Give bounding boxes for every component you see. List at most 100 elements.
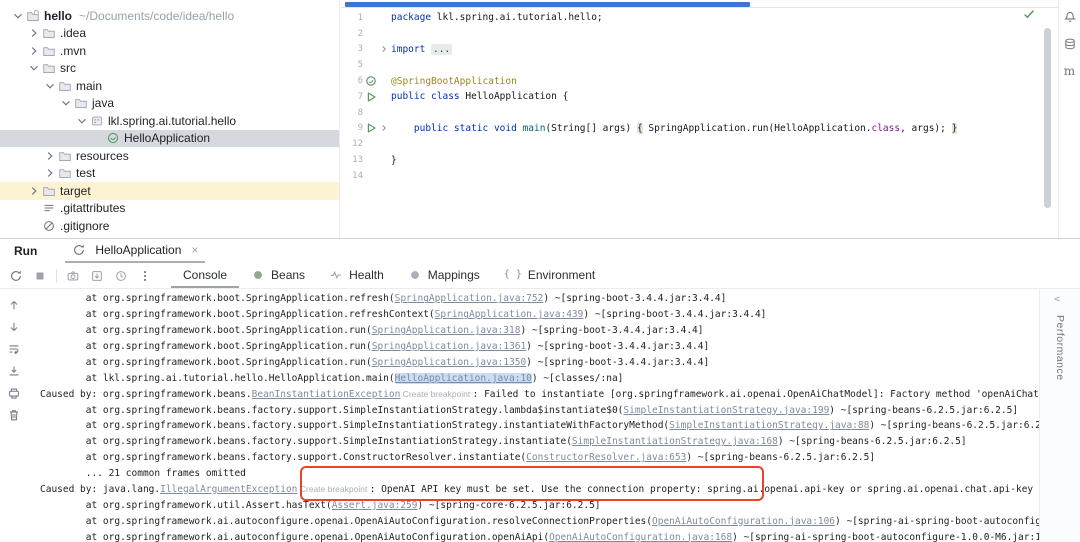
chevron-down-icon[interactable]	[42, 79, 58, 93]
chevron-right-icon[interactable]	[42, 149, 58, 163]
folder-icon	[58, 166, 76, 180]
tree-item-gitattributes[interactable]: .gitattributes	[0, 200, 339, 218]
editor-line[interactable]: 3 import ...	[343, 42, 1058, 58]
project-tree: hello ~/Documents/code/idea/hello .idea .mv…	[0, 7, 339, 235]
editor-line[interactable]: 1 package lkl.spring.ai.tutorial.hello;	[343, 10, 1058, 26]
fold-icon[interactable]	[379, 123, 391, 133]
editor-line[interactable]: 12	[343, 136, 1058, 152]
gitattributes-icon	[42, 201, 60, 215]
tree-item-hello[interactable]: hello ~/Documents/code/idea/hello	[0, 7, 339, 25]
console-line: ... 21 common frames omitted	[40, 466, 1040, 482]
stack-link[interactable]: SpringApplication.java:318	[372, 325, 521, 336]
stack-link[interactable]: SpringApplication.java:1350	[372, 357, 526, 368]
tree-item-java[interactable]: java	[0, 95, 339, 113]
chevron-down-icon[interactable]	[10, 9, 26, 23]
stack-link[interactable]: SpringApplication.java:439	[435, 309, 584, 320]
camera-button[interactable]	[61, 269, 85, 283]
scroll-end-icon[interactable]	[2, 364, 26, 378]
editor-line[interactable]: 14	[343, 168, 1058, 184]
notifications-icon[interactable]	[1058, 10, 1080, 24]
view-tab-mappings[interactable]: Mappings	[396, 263, 492, 288]
stack-link[interactable]: SimpleInstantiationStrategy.java:199	[623, 405, 829, 416]
console-text: : Failed to instantiate [org.springframe…	[472, 388, 1045, 400]
chevron-down-icon[interactable]	[26, 61, 42, 75]
console-gutter	[0, 289, 28, 542]
fold-icon[interactable]	[379, 44, 391, 54]
arrow-up-icon[interactable]	[2, 298, 26, 312]
chevron-down-icon[interactable]	[58, 96, 74, 110]
editor-line[interactable]: 7 public class HelloApplication {	[343, 89, 1058, 105]
view-tab-label: Mappings	[427, 267, 480, 282]
kebab-button[interactable]	[133, 269, 157, 283]
editor-line[interactable]: 13}	[343, 152, 1058, 168]
tree-item-label: resources	[76, 148, 129, 163]
console-output[interactable]: at org.springframework.boot.SpringApplic…	[28, 289, 1080, 542]
console-text: at org.springframework.ai.autoconfigure.…	[40, 515, 652, 527]
stop-button[interactable]	[28, 269, 52, 283]
rerun-button[interactable]	[4, 269, 28, 283]
editor-line[interactable]: 5	[343, 57, 1058, 73]
stack-link[interactable]: ConstructorResolver.java:653	[526, 452, 686, 463]
line-number: 13	[352, 155, 363, 166]
editor-scrollbar[interactable]	[1044, 28, 1051, 208]
chevron-right-icon[interactable]	[26, 26, 42, 40]
code-editor[interactable]: 1 package lkl.spring.ai.tutorial.hello; 2 3…	[341, 0, 1058, 238]
chevron-right-icon[interactable]	[42, 166, 58, 180]
stack-link[interactable]: BeanInstantiationException	[252, 389, 401, 400]
stack-link[interactable]: OpenAiAutoConfiguration.java:106	[652, 516, 835, 527]
tree-item-idea[interactable]: .idea	[0, 25, 339, 43]
console-text: ) ~[spring-beans-6.2.5.jar:6.2.5]	[869, 420, 1059, 432]
create-breakpoint-hint: Create breakpoint	[400, 389, 473, 400]
chevron-down-icon[interactable]	[74, 114, 90, 128]
run-gutter-icon[interactable]	[363, 90, 379, 104]
stack-link[interactable]: SpringApplication.java:752	[395, 293, 544, 304]
view-tab-health[interactable]: Health	[317, 263, 396, 288]
line-number: 9	[357, 123, 363, 134]
code-text: public static void main(String[] args) {…	[413, 122, 958, 134]
editor-tab-strip	[341, 0, 1058, 8]
editor-line[interactable]: 8	[343, 105, 1058, 121]
bean-gutter-icon[interactable]	[363, 74, 379, 88]
tree-item-target[interactable]: target	[0, 182, 339, 200]
editor-line[interactable]: 6 @SpringBootApplication	[343, 73, 1058, 89]
console-view-tabs: Console Beans Health Mappings { } Environment	[171, 263, 607, 288]
arrow-down-icon[interactable]	[2, 320, 26, 334]
tree-item-main[interactable]: main	[0, 77, 339, 95]
printer-icon[interactable]	[2, 386, 26, 400]
stack-link[interactable]: Assert.java:259	[332, 500, 418, 511]
tree-item-helloapplication[interactable]: HelloApplication	[0, 129, 339, 147]
editor-line[interactable]: 9 public static void main(String[] args)…	[343, 121, 1058, 137]
soft-wrap-icon[interactable]	[2, 342, 26, 356]
performance-tab[interactable]: Performance	[1054, 315, 1066, 381]
tree-item-src[interactable]: src	[0, 60, 339, 78]
run-gutter-icon[interactable]	[363, 121, 379, 135]
tree-item-mvn[interactable]: .mvn	[0, 42, 339, 60]
console-text: at org.springframework.boot.SpringApplic…	[40, 309, 435, 321]
stack-link[interactable]: SimpleInstantiationStrategy.java:88	[669, 420, 869, 431]
tree-item-gitignore[interactable]: .gitignore	[0, 217, 339, 235]
view-tab-console[interactable]: Console	[171, 263, 240, 288]
stack-link[interactable]: OpenAiAutoConfiguration.java:168	[549, 532, 732, 542]
close-icon[interactable]: ×	[191, 244, 198, 256]
database-icon[interactable]	[1058, 37, 1080, 51]
chevron-right-icon[interactable]	[26, 184, 42, 198]
stack-link[interactable]: SpringApplication.java:1361	[372, 341, 526, 352]
stack-link[interactable]: SimpleInstantiationStrategy.java:168	[572, 436, 778, 447]
run-toolbar-buttons	[4, 268, 157, 283]
view-tab-environment[interactable]: { } Environment	[492, 263, 607, 288]
stack-link[interactable]: HelloApplication.java:10	[394, 372, 532, 384]
clock-button[interactable]	[109, 269, 133, 283]
maven-icon[interactable]: m	[1058, 64, 1080, 78]
tree-item-lkl-spring-ai-tutorial-hello[interactable]: lkl.spring.ai.tutorial.hello	[0, 112, 339, 130]
tree-item-resources[interactable]: resources	[0, 147, 339, 165]
stack-link[interactable]: IllegalArgumentException	[160, 484, 297, 495]
chevron-right-icon[interactable]	[26, 44, 42, 58]
trash-icon[interactable]	[2, 408, 26, 422]
attach-button[interactable]	[85, 269, 109, 283]
run-tab-helloapplication[interactable]: HelloApplication ×	[65, 240, 206, 263]
view-tab-beans[interactable]: Beans	[239, 263, 317, 288]
collapse-icon[interactable]: <	[1054, 294, 1060, 305]
inspections-ok-icon[interactable]	[1022, 7, 1036, 26]
editor-line[interactable]: 2	[343, 26, 1058, 42]
tree-item-test[interactable]: test	[0, 165, 339, 183]
